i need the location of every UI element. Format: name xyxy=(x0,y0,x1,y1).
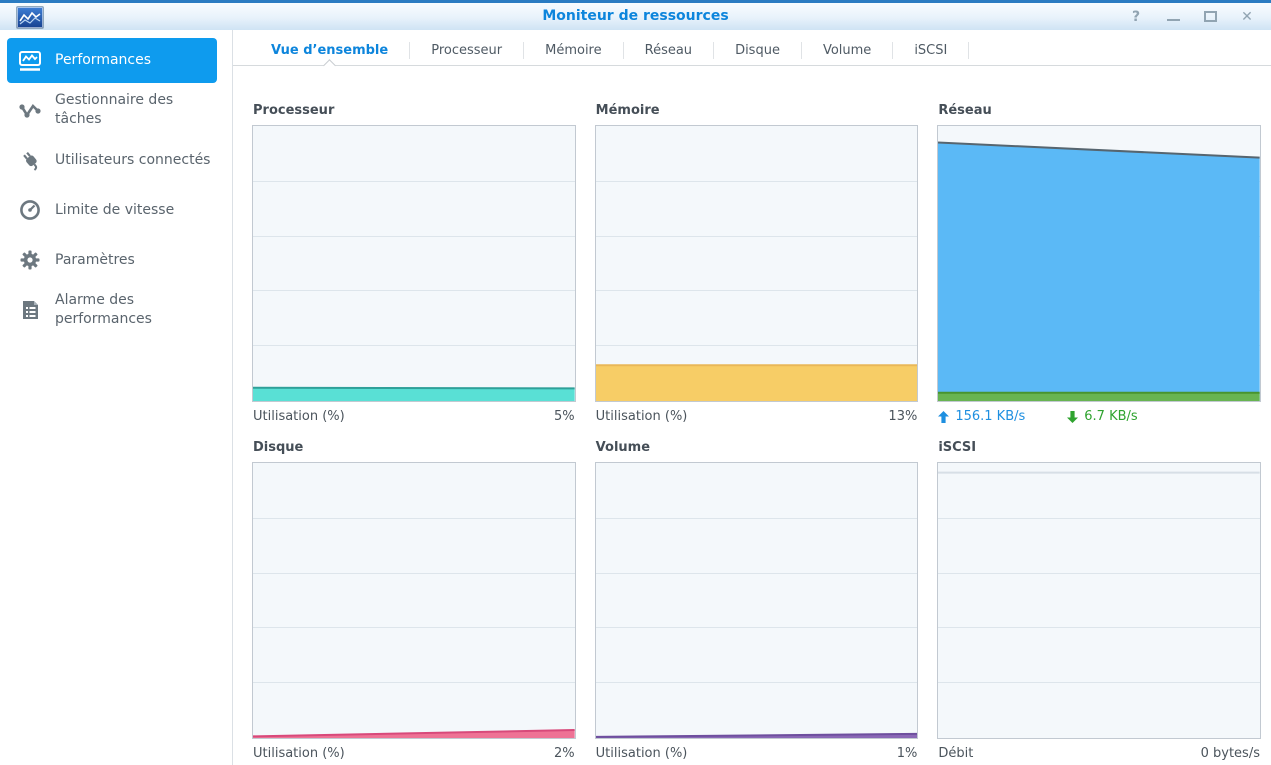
task-manager-icon xyxy=(18,99,44,121)
panel-title-disque: Disque xyxy=(253,440,304,455)
network-download-stat: 6.7 KB/s xyxy=(1067,409,1138,424)
connected-users-plug-icon xyxy=(18,149,44,171)
footer-label: Utilisation (%) xyxy=(253,746,345,761)
sidebar-item-label: Paramètres xyxy=(55,251,135,268)
tab-reseau[interactable]: Réseau xyxy=(624,36,713,65)
resource-monitor-window: Moniteur de ressources ? ✕ Performances xyxy=(0,0,1271,765)
processeur-footer: Utilisation (%) 5% xyxy=(252,409,576,424)
sidebar-item-label: Performances xyxy=(55,52,152,69)
speed-limit-gauge-icon xyxy=(18,199,44,221)
tab-memoire[interactable]: Mémoire xyxy=(524,36,623,65)
panel-title-processeur: Processeur xyxy=(253,103,335,118)
sidebar-item-alarme-des-performances[interactable]: Alarme des performances xyxy=(0,285,232,335)
panel-title-volume: Volume xyxy=(595,440,651,455)
panel-disque: Disque Utilisation (%) 2% xyxy=(252,440,576,761)
panel-processeur: Processeur Utilisation (%) 5% xyxy=(252,103,576,424)
footer-value: 2% xyxy=(554,746,575,761)
disque-footer: Utilisation (%) 2% xyxy=(252,746,576,761)
tab-iscsi[interactable]: iSCSI xyxy=(893,36,968,65)
tab-volume[interactable]: Volume xyxy=(802,36,892,65)
down-arrow-icon xyxy=(1067,410,1079,423)
footer-label: Utilisation (%) xyxy=(595,409,688,424)
panel-memoire: Mémoire Utilisation (%) 13% xyxy=(594,103,919,424)
overview-grid: Processeur Utilisation (%) 5% Mémoire Utilis… xyxy=(233,66,1271,765)
memory-usage-area xyxy=(595,365,918,401)
titlebar: Moniteur de ressources ? ✕ xyxy=(0,0,1271,30)
minimize-icon xyxy=(1166,18,1180,21)
network-download-area xyxy=(938,392,1260,401)
volume-chart xyxy=(594,462,919,739)
processeur-chart xyxy=(252,125,576,402)
disque-chart xyxy=(252,462,576,739)
sidebar-item-label: Utilisateurs connectés xyxy=(55,151,211,168)
network-upload-stat: 156.1 KB/s xyxy=(938,409,1025,424)
footer-value: 13% xyxy=(888,409,918,424)
memoire-footer: Utilisation (%) 13% xyxy=(595,409,919,424)
sidebar: Performances Gestionnaire des tâches Uti… xyxy=(0,30,233,765)
reseau-chart xyxy=(937,125,1261,402)
panel-iscsi: iSCSI Débit 0 bytes/s xyxy=(937,440,1261,761)
sidebar-item-performances[interactable]: Performances xyxy=(7,38,217,83)
footer-value: 0 bytes/s xyxy=(1200,746,1260,761)
sidebar-item-label: Alarme des performances xyxy=(55,292,152,327)
sidebar-item-parametres[interactable]: Paramètres xyxy=(0,235,232,285)
panel-reseau: Réseau 156.1 KB/s 6.7 KB/s xyxy=(937,103,1261,424)
panel-title-memoire: Mémoire xyxy=(595,103,660,118)
panel-volume: Volume Utilisation (%) 1% xyxy=(594,440,919,761)
tab-separator xyxy=(968,42,970,59)
footer-label: Débit xyxy=(938,746,974,761)
tab-disque[interactable]: Disque xyxy=(714,36,801,65)
sidebar-item-limite-de-vitesse[interactable]: Limite de vitesse xyxy=(0,185,232,235)
network-download-value: 6.7 KB/s xyxy=(1084,409,1138,424)
close-button[interactable]: ✕ xyxy=(1239,9,1255,25)
footer-label: Utilisation (%) xyxy=(595,746,688,761)
footer-label: Utilisation (%) xyxy=(253,409,345,424)
sidebar-item-utilisateurs-connectes[interactable]: Utilisateurs connectés xyxy=(0,135,232,185)
panel-title-iscsi: iSCSI xyxy=(938,440,977,455)
memoire-chart xyxy=(594,125,919,402)
cpu-usage-area-edge xyxy=(253,388,575,389)
panel-title-reseau: Réseau xyxy=(938,103,992,118)
network-upload-value: 156.1 KB/s xyxy=(955,409,1026,424)
iscsi-footer: Débit 0 bytes/s xyxy=(937,746,1261,761)
help-button[interactable]: ? xyxy=(1128,9,1144,25)
main-area: Vue d’ensemble Processeur Mémoire Réseau Dis… xyxy=(233,30,1271,765)
window-controls: ? ✕ xyxy=(1128,3,1255,30)
sidebar-item-gestionnaire-des-taches[interactable]: Gestionnaire des tâches xyxy=(0,85,232,135)
iscsi-chart xyxy=(937,462,1261,739)
window-title: Moniteur de ressources xyxy=(542,8,729,24)
maximize-icon xyxy=(1203,11,1217,22)
performance-alarm-icon xyxy=(18,299,44,321)
cpu-usage-area xyxy=(253,387,575,401)
performance-chart-icon xyxy=(18,50,44,72)
minimize-button[interactable] xyxy=(1165,9,1181,25)
volume-footer: Utilisation (%) 1% xyxy=(595,746,919,761)
reseau-footer: 156.1 KB/s 6.7 KB/s xyxy=(937,409,1261,424)
tab-bar: Vue d’ensemble Processeur Mémoire Réseau Dis… xyxy=(233,36,1271,72)
settings-gear-icon xyxy=(18,249,44,271)
up-arrow-icon xyxy=(938,410,950,423)
tab-processeur[interactable]: Processeur xyxy=(410,36,523,65)
sidebar-item-label: Limite de vitesse xyxy=(55,201,175,218)
network-upload-area xyxy=(938,142,1260,401)
footer-value: 5% xyxy=(554,409,575,424)
sidebar-item-label: Gestionnaire des tâches xyxy=(55,92,174,127)
footer-value: 1% xyxy=(896,746,918,761)
maximize-button[interactable] xyxy=(1202,9,1218,25)
